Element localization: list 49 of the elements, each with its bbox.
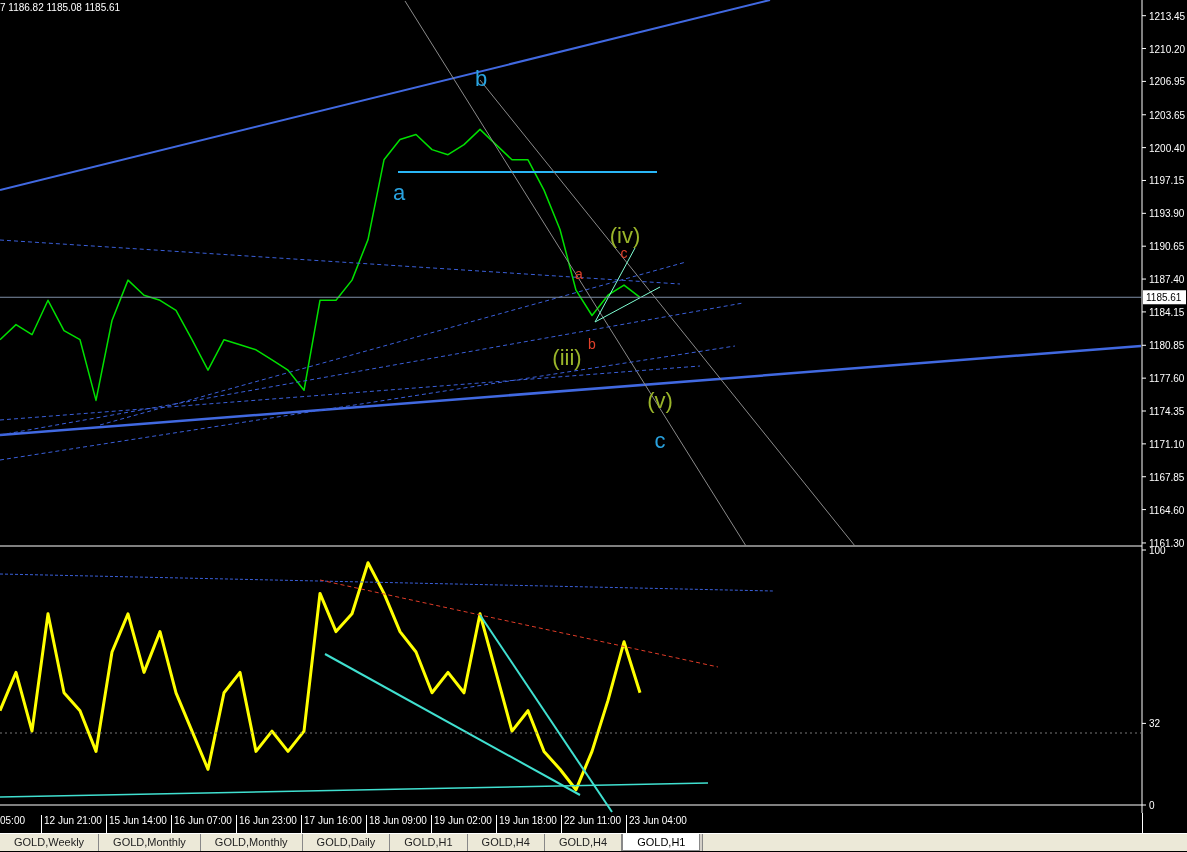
time-axis-label: 12 Jun 21:00	[44, 815, 102, 826]
ohlc-readout: 7 1186.82 1185.08 1185.61	[0, 2, 121, 13]
time-axis-label: 23 Jun 04:00	[629, 815, 687, 826]
wave-label: c	[654, 428, 666, 453]
time-axis-label: 16 Jun 23:00	[239, 815, 297, 826]
wave-label: a	[392, 180, 406, 205]
price-axis-label: 1167.85	[1149, 471, 1185, 483]
time-axis-label: 15 Jun 14:00	[109, 815, 167, 826]
price-axis-label: 1180.85	[1149, 340, 1185, 352]
price-axis-label: 1164.60	[1149, 504, 1185, 516]
time-axis-label: 17 Jun 16:00	[304, 815, 362, 826]
chart-tab[interactable]: GOLD,Weekly	[0, 834, 100, 851]
chart-tab[interactable]: GOLD,Monthly	[200, 834, 303, 851]
price-axis-label: 1177.60	[1149, 373, 1185, 385]
time-axis-label: 18 Jun 09:00	[369, 815, 427, 826]
price-axis-label: 1187.40	[1149, 274, 1185, 286]
price-axis-label: 1171.10	[1149, 438, 1185, 450]
price-axis-label: 1190.65	[1149, 241, 1185, 253]
price-axis-label: 1203.65	[1149, 109, 1186, 121]
time-axis-label: 19 Jun 18:00	[499, 815, 557, 826]
wave-label: (v)	[647, 388, 673, 413]
price-axis-label: 1213.45	[1149, 10, 1186, 22]
chart-tab[interactable]: GOLD,Monthly	[99, 834, 201, 851]
time-axis-label: 05:00	[0, 815, 26, 826]
oscillator-axis-label: 32	[1149, 718, 1161, 730]
chart-tab[interactable]: GOLD,H1	[622, 834, 701, 851]
price-axis-label: 1210.20	[1149, 43, 1186, 55]
price-axis-label: 1197.15	[1149, 175, 1185, 187]
price-axis-label: 1161.30	[1149, 537, 1185, 547]
price-axis-label: 1184.15	[1149, 306, 1185, 318]
price-axis-label: 1206.95	[1149, 76, 1186, 88]
price-axis-label: 1174.35	[1149, 406, 1185, 417]
time-axis-label: 19 Jun 02:00	[434, 815, 492, 826]
chart-tab[interactable]: GOLD,Daily	[302, 834, 391, 851]
wave-label: (iv)	[609, 223, 641, 248]
chart-tab[interactable]: GOLD,H4	[467, 834, 545, 851]
oscillator-axis-label: 0	[1149, 800, 1155, 811]
time-axis-label: 16 Jun 07:00	[174, 815, 232, 826]
oscillator-axis-label: 100	[1149, 547, 1166, 556]
wave-label: c	[620, 245, 628, 261]
current-price-tag: 1185.61	[1143, 290, 1186, 305]
wave-label: (iii)	[552, 345, 582, 370]
chart-tab[interactable]: GOLD,H1	[390, 834, 468, 851]
price-axis-label: 1193.90	[1149, 208, 1185, 220]
wave-label: b	[474, 66, 488, 91]
time-axis-label: 22 Jun 11:00	[564, 815, 622, 826]
chart-tab[interactable]: GOLD,H4	[544, 834, 623, 851]
price-axis-label: 1200.40	[1149, 142, 1186, 154]
wave-label: b	[588, 336, 596, 352]
